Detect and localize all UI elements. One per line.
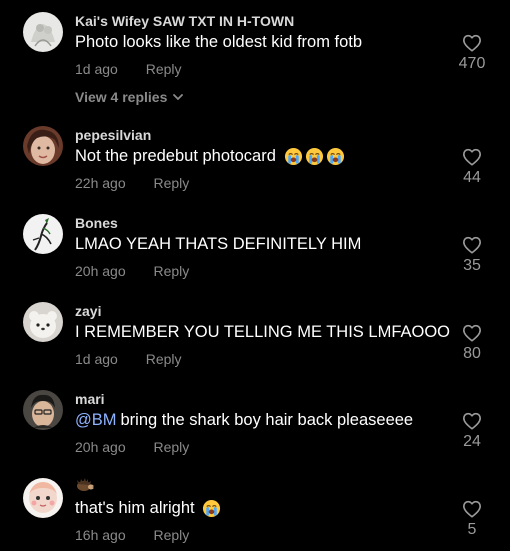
loudly-crying-face-emoji xyxy=(326,147,344,166)
like-count: 5 xyxy=(467,521,477,538)
comment-username[interactable]: Bones xyxy=(75,215,118,231)
avatar[interactable] xyxy=(23,214,63,254)
reply-button[interactable]: Reply xyxy=(146,61,182,77)
comment-meta: 1d ago Reply xyxy=(75,61,182,77)
heart-outline-icon[interactable] xyxy=(462,34,482,52)
comment-body: Not the predebut photocard xyxy=(75,147,276,165)
hedgehog-icon xyxy=(77,478,95,491)
like-button[interactable]: 24 xyxy=(452,412,492,451)
comment-time: 1d ago xyxy=(75,61,118,77)
comment-time: 22h ago xyxy=(75,175,126,191)
comment-username[interactable] xyxy=(75,478,95,495)
chevron-down-icon xyxy=(173,93,184,100)
comment-username[interactable]: zayi xyxy=(75,303,101,319)
comment-meta: 22h ago Reply xyxy=(75,175,189,191)
reply-button[interactable]: Reply xyxy=(154,263,190,279)
comment-time: 1d ago xyxy=(75,351,118,367)
comment-username[interactable]: Kai's Wifey SAW TXT IN H-TOWN xyxy=(75,13,294,29)
heart-outline-icon[interactable] xyxy=(462,148,482,166)
comment-meta: 1d ago Reply xyxy=(75,351,182,367)
comment-time: 20h ago xyxy=(75,263,126,279)
like-button[interactable]: 470 xyxy=(452,34,492,73)
like-button[interactable]: 44 xyxy=(452,148,492,187)
heart-outline-icon[interactable] xyxy=(462,500,482,518)
comment-text: @BM bring the shark boy hair back please… xyxy=(75,411,413,430)
comment-time: 20h ago xyxy=(75,439,126,455)
comment-meta: 16h ago Reply xyxy=(75,527,189,543)
comment-body: LMAO YEAH THATS DEFINITELY HIM xyxy=(75,235,362,253)
like-button[interactable]: 80 xyxy=(452,324,492,363)
like-button[interactable]: 35 xyxy=(452,236,492,275)
reply-button[interactable]: Reply xyxy=(154,527,190,543)
like-count: 44 xyxy=(463,169,481,186)
heart-outline-icon[interactable] xyxy=(462,324,482,342)
view-replies-label: View 4 replies xyxy=(75,89,168,105)
comment-text: Photo looks like the oldest kid from fot… xyxy=(75,33,362,52)
loudly-crying-face-emoji xyxy=(284,147,302,166)
loudly-crying-face-emoji xyxy=(305,147,323,166)
comment-body: bring the shark boy hair back pleaseeee xyxy=(120,411,414,429)
view-replies-button[interactable]: View 4 replies xyxy=(75,89,184,105)
like-button[interactable]: 5 xyxy=(452,500,492,539)
comment-body: I REMEMBER YOU TELLING ME THIS LMFAOOO xyxy=(75,323,450,341)
loudly-crying-face-emoji xyxy=(202,499,220,518)
heart-outline-icon[interactable] xyxy=(462,236,482,254)
avatar[interactable] xyxy=(23,302,63,342)
avatar[interactable] xyxy=(23,478,63,518)
mention-link[interactable]: @BM xyxy=(75,411,117,430)
comment-meta: 20h ago Reply xyxy=(75,263,189,279)
like-count: 80 xyxy=(463,345,481,362)
avatar[interactable] xyxy=(23,126,63,166)
comment-time: 16h ago xyxy=(75,527,126,543)
comment-text: I REMEMBER YOU TELLING ME THIS LMFAOOO xyxy=(75,323,450,342)
comment-body: that's him alright xyxy=(75,499,195,517)
comment-meta: 20h ago Reply xyxy=(75,439,189,455)
like-count: 35 xyxy=(463,257,481,274)
like-count: 24 xyxy=(463,433,481,450)
like-count: 470 xyxy=(458,55,486,72)
avatar[interactable] xyxy=(23,390,63,430)
comment-text: LMAO YEAH THATS DEFINITELY HIM xyxy=(75,235,361,254)
comment-username[interactable]: mari xyxy=(75,391,105,407)
reply-button[interactable]: Reply xyxy=(154,439,190,455)
comment-username[interactable]: pepesilvian xyxy=(75,127,151,143)
comment-text: Not the predebut photocard xyxy=(75,147,345,166)
comment-body: Photo looks like the oldest kid from fot… xyxy=(75,33,363,51)
reply-button[interactable]: Reply xyxy=(146,351,182,367)
heart-outline-icon[interactable] xyxy=(462,412,482,430)
comment-text: that's him alright xyxy=(75,499,221,518)
reply-button[interactable]: Reply xyxy=(154,175,190,191)
avatar[interactable] xyxy=(23,12,63,52)
